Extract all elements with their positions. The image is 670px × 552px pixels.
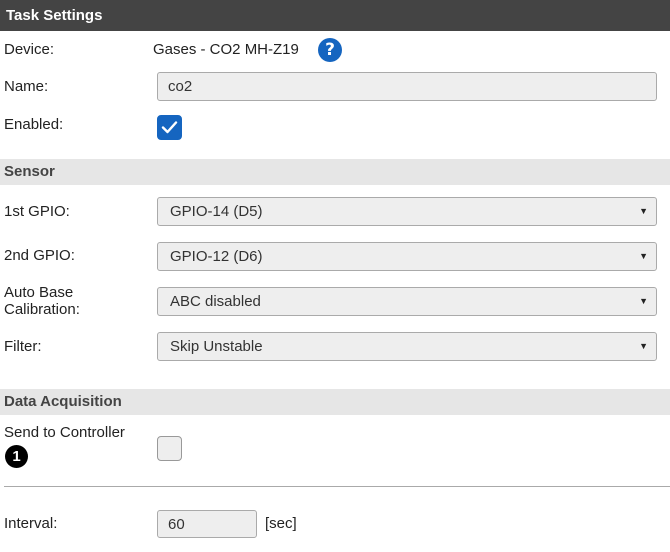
dropdown-arrow-icon: ▼ [639,251,648,261]
sensor-section-header: Sensor [0,159,670,185]
abc-label-line1: Auto Base [4,284,74,301]
checkmark-icon [161,121,178,134]
divider [4,486,670,487]
abc-label: Auto Base Calibration: [4,284,80,318]
gpio2-label: 2nd GPIO: [4,247,75,264]
task-settings-header: Task Settings [0,0,670,31]
abc-label-line2: Calibration: [4,301,80,318]
filter-select[interactable]: Skip Unstable ▼ [157,332,657,361]
device-value: Gases - CO2 MH-Z19 [153,41,299,58]
abc-selected-value: ABC disabled [170,293,261,310]
send-to-controller-label: Send to Controller [4,424,125,441]
dropdown-arrow-icon: ▼ [639,341,648,351]
name-input[interactable] [157,72,657,101]
filter-label: Filter: [4,338,42,355]
gpio1-select[interactable]: GPIO-14 (D5) ▼ [157,197,657,226]
gpio1-label: 1st GPIO: [4,203,70,220]
interval-input[interactable] [157,510,257,538]
dropdown-arrow-icon: ▼ [639,206,648,216]
interval-label: Interval: [4,515,58,532]
controller-number-badge: 1 [5,445,28,468]
filter-selected-value: Skip Unstable [170,338,263,355]
enabled-checkbox[interactable] [157,115,182,140]
dropdown-arrow-icon: ▼ [639,296,648,306]
name-label: Name: [4,78,49,95]
data-acquisition-section-header: Data Acquisition [0,389,670,415]
interval-unit: [sec] [265,515,297,532]
enabled-label: Enabled: [4,116,64,133]
abc-select[interactable]: ABC disabled ▼ [157,287,657,316]
send-to-controller-checkbox[interactable] [157,436,182,461]
device-label: Device: [4,41,55,58]
gpio1-selected-value: GPIO-14 (D5) [170,203,263,220]
gpio2-select[interactable]: GPIO-12 (D6) ▼ [157,242,657,271]
help-icon[interactable]: ? [318,38,342,62]
gpio2-selected-value: GPIO-12 (D6) [170,248,263,265]
